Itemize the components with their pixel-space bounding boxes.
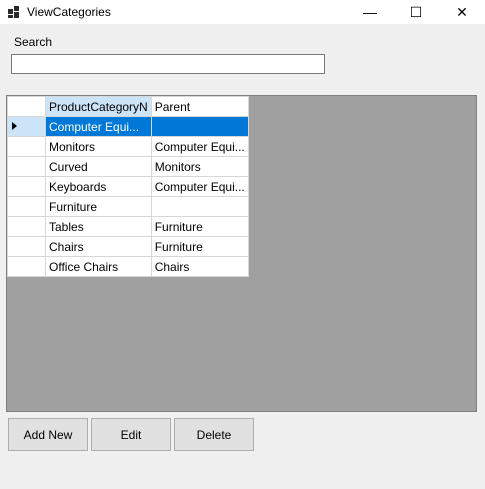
close-button[interactable]: ✕ <box>439 0 485 24</box>
row-header[interactable] <box>7 136 46 157</box>
cell-category-name[interactable]: Computer Equi... <box>45 116 152 137</box>
cell-parent[interactable]: Furniture <box>150 216 249 237</box>
header-row: ProductCategoryN Parent <box>7 96 249 117</box>
cell-category-name[interactable]: Tables <box>45 216 152 237</box>
row-header[interactable] <box>7 216 46 237</box>
search-input[interactable] <box>11 54 325 74</box>
cell-parent[interactable]: Computer Equi... <box>150 136 249 157</box>
cell-category-name[interactable]: Monitors <box>45 136 152 157</box>
cell-parent[interactable] <box>150 116 249 137</box>
cell-parent[interactable]: Monitors <box>150 156 249 177</box>
cell-parent[interactable] <box>150 196 249 217</box>
table-row[interactable]: Keyboards Computer Equi... <box>7 176 249 197</box>
table-row[interactable]: Curved Monitors <box>7 156 249 177</box>
row-header[interactable] <box>7 236 46 257</box>
title-bar: ViewCategories — ☐ ✕ <box>0 0 485 24</box>
column-header-parent[interactable]: Parent <box>150 96 249 117</box>
row-header[interactable] <box>7 256 46 277</box>
cell-category-name[interactable]: Furniture <box>45 196 152 217</box>
cell-category-name[interactable]: Office Chairs <box>45 256 152 277</box>
delete-button[interactable]: Delete <box>174 418 254 451</box>
table-row[interactable]: Tables Furniture <box>7 216 249 237</box>
close-icon: ✕ <box>456 3 468 20</box>
row-header-corner[interactable] <box>7 96 46 117</box>
app-window-icon <box>8 6 20 18</box>
maximize-icon: ☐ <box>409 3 423 20</box>
cell-category-name[interactable]: Curved <box>45 156 152 177</box>
cell-parent[interactable]: Chairs <box>150 256 249 277</box>
cell-parent[interactable]: Computer Equi... <box>150 176 249 197</box>
maximize-button[interactable]: ☐ <box>393 0 439 24</box>
cell-category-name[interactable]: Chairs <box>45 236 152 257</box>
minimize-button[interactable]: — <box>347 0 393 24</box>
column-header-product-category-name[interactable]: ProductCategoryN <box>45 96 152 117</box>
categories-grid[interactable]: ProductCategoryN Parent Computer Equi...… <box>6 95 477 412</box>
table-row[interactable]: Chairs Furniture <box>7 236 249 257</box>
row-header[interactable] <box>7 196 46 217</box>
categories-table: ProductCategoryN Parent Computer Equi...… <box>7 96 249 277</box>
row-header[interactable] <box>7 156 46 177</box>
table-row[interactable]: Computer Equi... <box>7 116 249 137</box>
cell-parent[interactable]: Furniture <box>150 236 249 257</box>
window-title: ViewCategories <box>27 5 111 19</box>
table-row[interactable]: Office Chairs Chairs <box>7 256 249 277</box>
row-header[interactable] <box>7 176 46 197</box>
add-new-button[interactable]: Add New <box>8 418 88 451</box>
search-label: Search <box>14 35 53 49</box>
current-row-arrow-icon <box>12 122 17 130</box>
table-row[interactable]: Monitors Computer Equi... <box>7 136 249 157</box>
table-row[interactable]: Furniture <box>7 196 249 217</box>
cell-category-name[interactable]: Keyboards <box>45 176 152 197</box>
minimize-icon: — <box>363 4 377 20</box>
edit-button[interactable]: Edit <box>91 418 171 451</box>
row-header[interactable] <box>7 116 46 137</box>
